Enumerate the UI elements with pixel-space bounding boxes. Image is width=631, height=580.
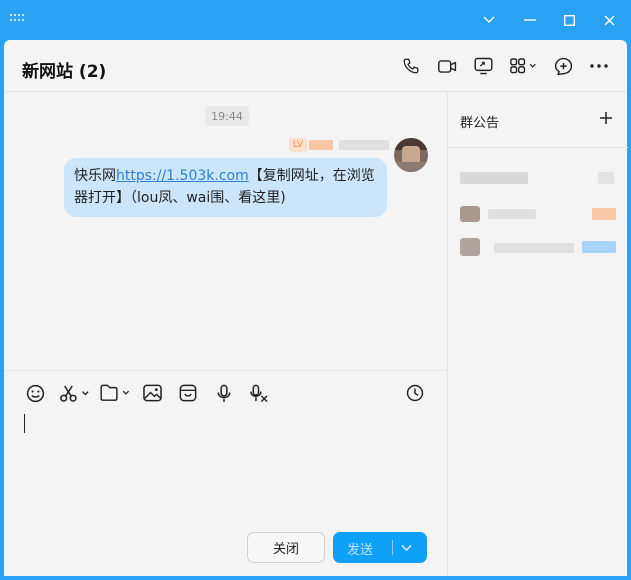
window-frame <box>0 576 631 580</box>
apps-icon[interactable] <box>508 55 540 77</box>
window-titlebar[interactable] <box>0 0 631 40</box>
announcement-meta-blurred <box>598 172 614 184</box>
sender-level-blurred <box>309 140 333 150</box>
sidebar-divider <box>448 147 628 148</box>
send-label: 发送 <box>347 543 374 558</box>
scissors-icon[interactable] <box>59 383 91 403</box>
grip-icon <box>10 14 26 24</box>
member-badge-blurred <box>592 208 616 220</box>
member-name-blurred <box>494 243 574 253</box>
message-input[interactable] <box>24 414 25 433</box>
maximize-icon[interactable] <box>557 8 581 32</box>
sender-name-blurred <box>339 140 389 150</box>
phone-icon[interactable] <box>400 55 422 77</box>
minimize-icon[interactable] <box>518 8 542 32</box>
close-button[interactable]: 关闭 <box>247 532 325 563</box>
send-button[interactable]: 发送 <box>333 532 427 563</box>
add-icon[interactable] <box>552 55 574 77</box>
message-bubble[interactable]: 快乐网https://1.503k.com【复制网址，在浏览器打开】（lou凤、… <box>64 158 387 217</box>
add-announcement-icon[interactable] <box>599 110 615 126</box>
timestamp: 19:44 <box>205 106 249 126</box>
image-icon[interactable] <box>143 383 162 403</box>
message-list[interactable]: 19:44 LV 快乐网https://1.503k.com【复制网址，在浏览器… <box>4 92 447 370</box>
more-icon[interactable] <box>588 55 610 77</box>
announcement-title: 群公告 <box>460 116 500 131</box>
send-separator <box>392 540 393 555</box>
history-icon[interactable] <box>406 383 424 403</box>
sticker-icon[interactable] <box>179 383 197 403</box>
level-badge: LV <box>289 138 307 152</box>
announcement-blurred <box>460 172 528 184</box>
folder-icon[interactable] <box>99 383 133 403</box>
composer-toolbar <box>4 371 447 415</box>
microphone-icon[interactable] <box>216 383 232 403</box>
chevron-down-icon[interactable] <box>477 8 501 32</box>
group-sidebar: 群公告 <box>447 92 628 576</box>
close-icon[interactable] <box>597 8 621 32</box>
screen-share-icon[interactable] <box>472 55 494 77</box>
message-prefix: 快乐网 <box>74 168 116 184</box>
chevron-down-icon[interactable] <box>401 541 412 556</box>
chat-header: 新网站 (2) <box>4 40 627 92</box>
video-icon[interactable] <box>436 55 458 77</box>
message-link[interactable]: https://1.503k.com <box>116 168 249 184</box>
member-avatar-blurred <box>460 238 480 256</box>
voice-to-text-icon[interactable] <box>249 383 269 403</box>
member-avatar-blurred <box>460 206 480 222</box>
page-title: 新网站 (2) <box>22 62 107 82</box>
emoji-icon[interactable] <box>26 383 45 403</box>
avatar[interactable] <box>394 138 428 172</box>
member-badge-blurred <box>582 241 616 253</box>
member-name-blurred <box>488 209 536 219</box>
chat-window: 新网站 (2) 19:44 LV 快乐网https://1.503k.com【复… <box>4 40 628 576</box>
